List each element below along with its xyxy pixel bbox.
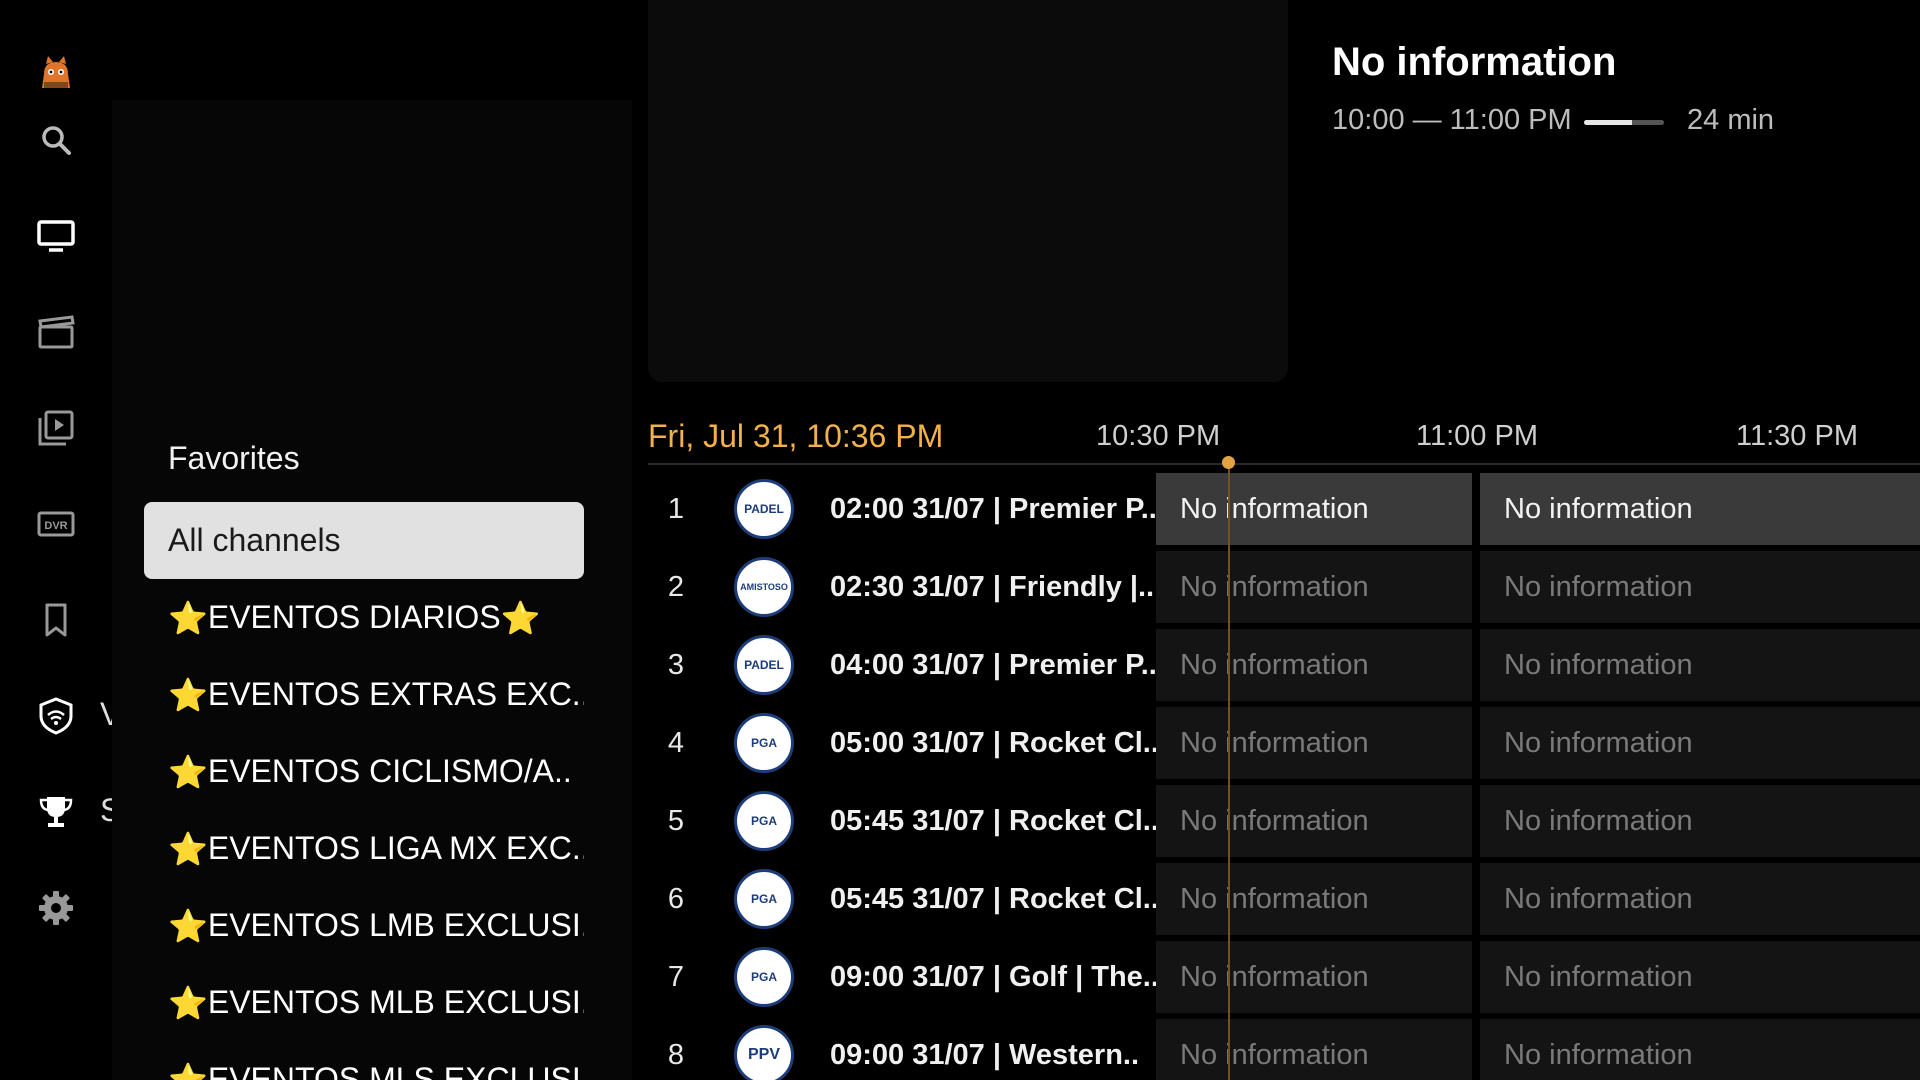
category-item[interactable]: ⭐ EVENTOS DIARIOS ⭐ bbox=[144, 579, 584, 656]
guide-divider bbox=[648, 463, 1920, 465]
program-cell[interactable]: No information bbox=[1156, 1019, 1472, 1080]
program-cell[interactable]: No information bbox=[1156, 863, 1472, 935]
live-tv-button[interactable] bbox=[26, 206, 86, 266]
search-button[interactable] bbox=[26, 110, 86, 170]
series-button[interactable] bbox=[26, 398, 86, 458]
movies-button[interactable] bbox=[26, 303, 86, 363]
category-item[interactable]: All channels bbox=[144, 502, 584, 579]
channel-logo: PGA bbox=[734, 791, 794, 851]
time-slot: 11:30 PM bbox=[1736, 420, 1858, 452]
time-slot: 10:30 PM bbox=[1096, 420, 1221, 452]
channel-logo: PGA bbox=[734, 869, 794, 929]
vpn-button[interactable] bbox=[26, 686, 86, 746]
category-group-title: Favorites bbox=[168, 440, 300, 476]
program-title: No information bbox=[1332, 40, 1617, 84]
now-indicator-line bbox=[1228, 463, 1230, 1080]
channel-name: 02:00 31/07 | Premier P.. bbox=[830, 492, 1157, 525]
bookmarks-button[interactable] bbox=[26, 590, 86, 650]
time-slot: 11:00 PM bbox=[1416, 420, 1538, 452]
channel-number: 4 bbox=[667, 726, 685, 759]
category-item[interactable]: ⭐ EVENTOS LMB EXCLUSI.. bbox=[144, 887, 584, 964]
program-cell[interactable]: No information bbox=[1480, 551, 1920, 623]
channel-number: 2 bbox=[667, 570, 685, 603]
program-progress-fill bbox=[1584, 120, 1632, 125]
program-cell[interactable]: No information bbox=[1480, 473, 1920, 545]
channel-name: 09:00 31/07 | Western.. bbox=[830, 1038, 1140, 1071]
channel-row[interactable]: 6 PGA 05:45 31/07 | Rocket Cl.. No infor… bbox=[648, 863, 1920, 941]
program-cell[interactable]: No information bbox=[1480, 1019, 1920, 1080]
svg-text:DVR: DVR bbox=[44, 520, 67, 532]
category-item[interactable]: ⭐ EVENTOS LIGA MX EXC.. bbox=[144, 810, 584, 887]
channel-row[interactable]: 5 PGA 05:45 31/07 | Rocket Cl.. No infor… bbox=[648, 785, 1920, 863]
channel-number: 5 bbox=[667, 804, 685, 837]
category-item[interactable]: ⭐ EVENTOS CICLISMO/A.. bbox=[144, 733, 584, 810]
gear-icon bbox=[39, 891, 73, 925]
channel-number: 7 bbox=[667, 960, 685, 993]
category-list: All channels ⭐ EVENTOS DIARIOS ⭐ ⭐ EVENTOS… bbox=[144, 502, 584, 1080]
clapperboard-icon bbox=[38, 315, 75, 349]
channel-logo: PADEL bbox=[734, 479, 794, 539]
channel-number: 6 bbox=[667, 882, 685, 915]
channel-row[interactable]: 3 PADEL 04:00 31/07 | Premier P.. No inf… bbox=[648, 629, 1920, 707]
program-progress-bar bbox=[1584, 120, 1664, 125]
iptv-app: DVR V S Favorites All channels ⭐ EVENTOS… bbox=[0, 0, 1920, 1080]
vpn-shield-icon bbox=[39, 697, 73, 735]
channel-row[interactable]: 8 PPV 09:00 31/07 | Western.. No informa… bbox=[648, 1019, 1920, 1080]
avatar-icon bbox=[42, 56, 70, 88]
channel-row[interactable]: 7 PGA 09:00 31/07 | Golf | The.. No info… bbox=[648, 941, 1920, 1019]
now-indicator-dot bbox=[1222, 456, 1235, 469]
channel-logo: PADEL bbox=[734, 635, 794, 695]
category-item[interactable]: ⭐ EVENTOS EXTRAS EXC.. bbox=[144, 656, 584, 733]
category-item[interactable]: ⭐ EVENTOS MLB EXCLUSI.. bbox=[144, 964, 584, 1041]
channel-name: 09:00 31/07 | Golf | The.. bbox=[830, 960, 1159, 993]
channel-row[interactable]: 1 PADEL 02:00 31/07 | Premier P.. No inf… bbox=[648, 473, 1920, 551]
program-cell[interactable]: No information bbox=[1480, 863, 1920, 935]
channel-row[interactable]: 4 PGA 05:00 31/07 | Rocket Cl.. No infor… bbox=[648, 707, 1920, 785]
channel-name: 04:00 31/07 | Premier P.. bbox=[830, 648, 1157, 681]
channel-name: 05:00 31/07 | Rocket Cl.. bbox=[830, 726, 1159, 759]
program-cell[interactable]: No information bbox=[1480, 941, 1920, 1013]
guide-current-datetime: Fri, Jul 31, 10:36 PM bbox=[648, 418, 944, 454]
trophy-icon bbox=[39, 797, 73, 827]
epg-grid: 1 PADEL 02:00 31/07 | Premier P.. No inf… bbox=[648, 473, 1920, 1080]
nav-rail: DVR V S bbox=[0, 0, 121, 1080]
program-time: 10:00 — 11:00 PM bbox=[1332, 104, 1572, 136]
program-cell[interactable]: No information bbox=[1156, 473, 1472, 545]
channel-name: 05:45 31/07 | Rocket Cl.. bbox=[830, 882, 1159, 915]
program-cell[interactable]: No information bbox=[1156, 785, 1472, 857]
search-icon bbox=[42, 126, 71, 155]
program-duration: 24 min bbox=[1687, 104, 1775, 136]
settings-button[interactable] bbox=[26, 878, 86, 938]
program-cell[interactable]: No information bbox=[1156, 941, 1472, 1013]
avatar[interactable] bbox=[26, 42, 86, 102]
program-cell[interactable]: No information bbox=[1156, 707, 1472, 779]
program-cell[interactable]: No information bbox=[1480, 629, 1920, 701]
program-cell[interactable]: No information bbox=[1480, 785, 1920, 857]
channel-logo: PPV bbox=[734, 1025, 794, 1080]
dvr-icon: DVR bbox=[37, 511, 75, 537]
channel-row[interactable]: 2 AMISTOSO 02:30 31/07 | Friendly |.. No… bbox=[648, 551, 1920, 629]
channel-logo: AMISTOSO bbox=[734, 557, 794, 617]
video-library-icon bbox=[38, 410, 74, 446]
channel-number: 3 bbox=[667, 648, 685, 681]
channel-name: 02:30 31/07 | Friendly |.. bbox=[830, 570, 1155, 603]
video-preview[interactable] bbox=[648, 0, 1288, 382]
tv-icon bbox=[37, 220, 75, 252]
category-item[interactable]: ⭐ EVENTOS MLS EXCLUSI.. bbox=[144, 1041, 584, 1080]
dvr-button[interactable]: DVR bbox=[26, 494, 86, 554]
channel-number: 1 bbox=[667, 492, 685, 525]
program-cell[interactable]: No information bbox=[1156, 629, 1472, 701]
channel-logo: PGA bbox=[734, 947, 794, 1007]
sports-button[interactable] bbox=[26, 782, 86, 842]
channel-number: 8 bbox=[667, 1038, 685, 1071]
channel-name: 05:45 31/07 | Rocket Cl.. bbox=[830, 804, 1159, 837]
channel-logo: PGA bbox=[734, 713, 794, 773]
program-cell[interactable]: No information bbox=[1480, 707, 1920, 779]
program-cell[interactable]: No information bbox=[1156, 551, 1472, 623]
bookmark-icon bbox=[45, 603, 67, 637]
